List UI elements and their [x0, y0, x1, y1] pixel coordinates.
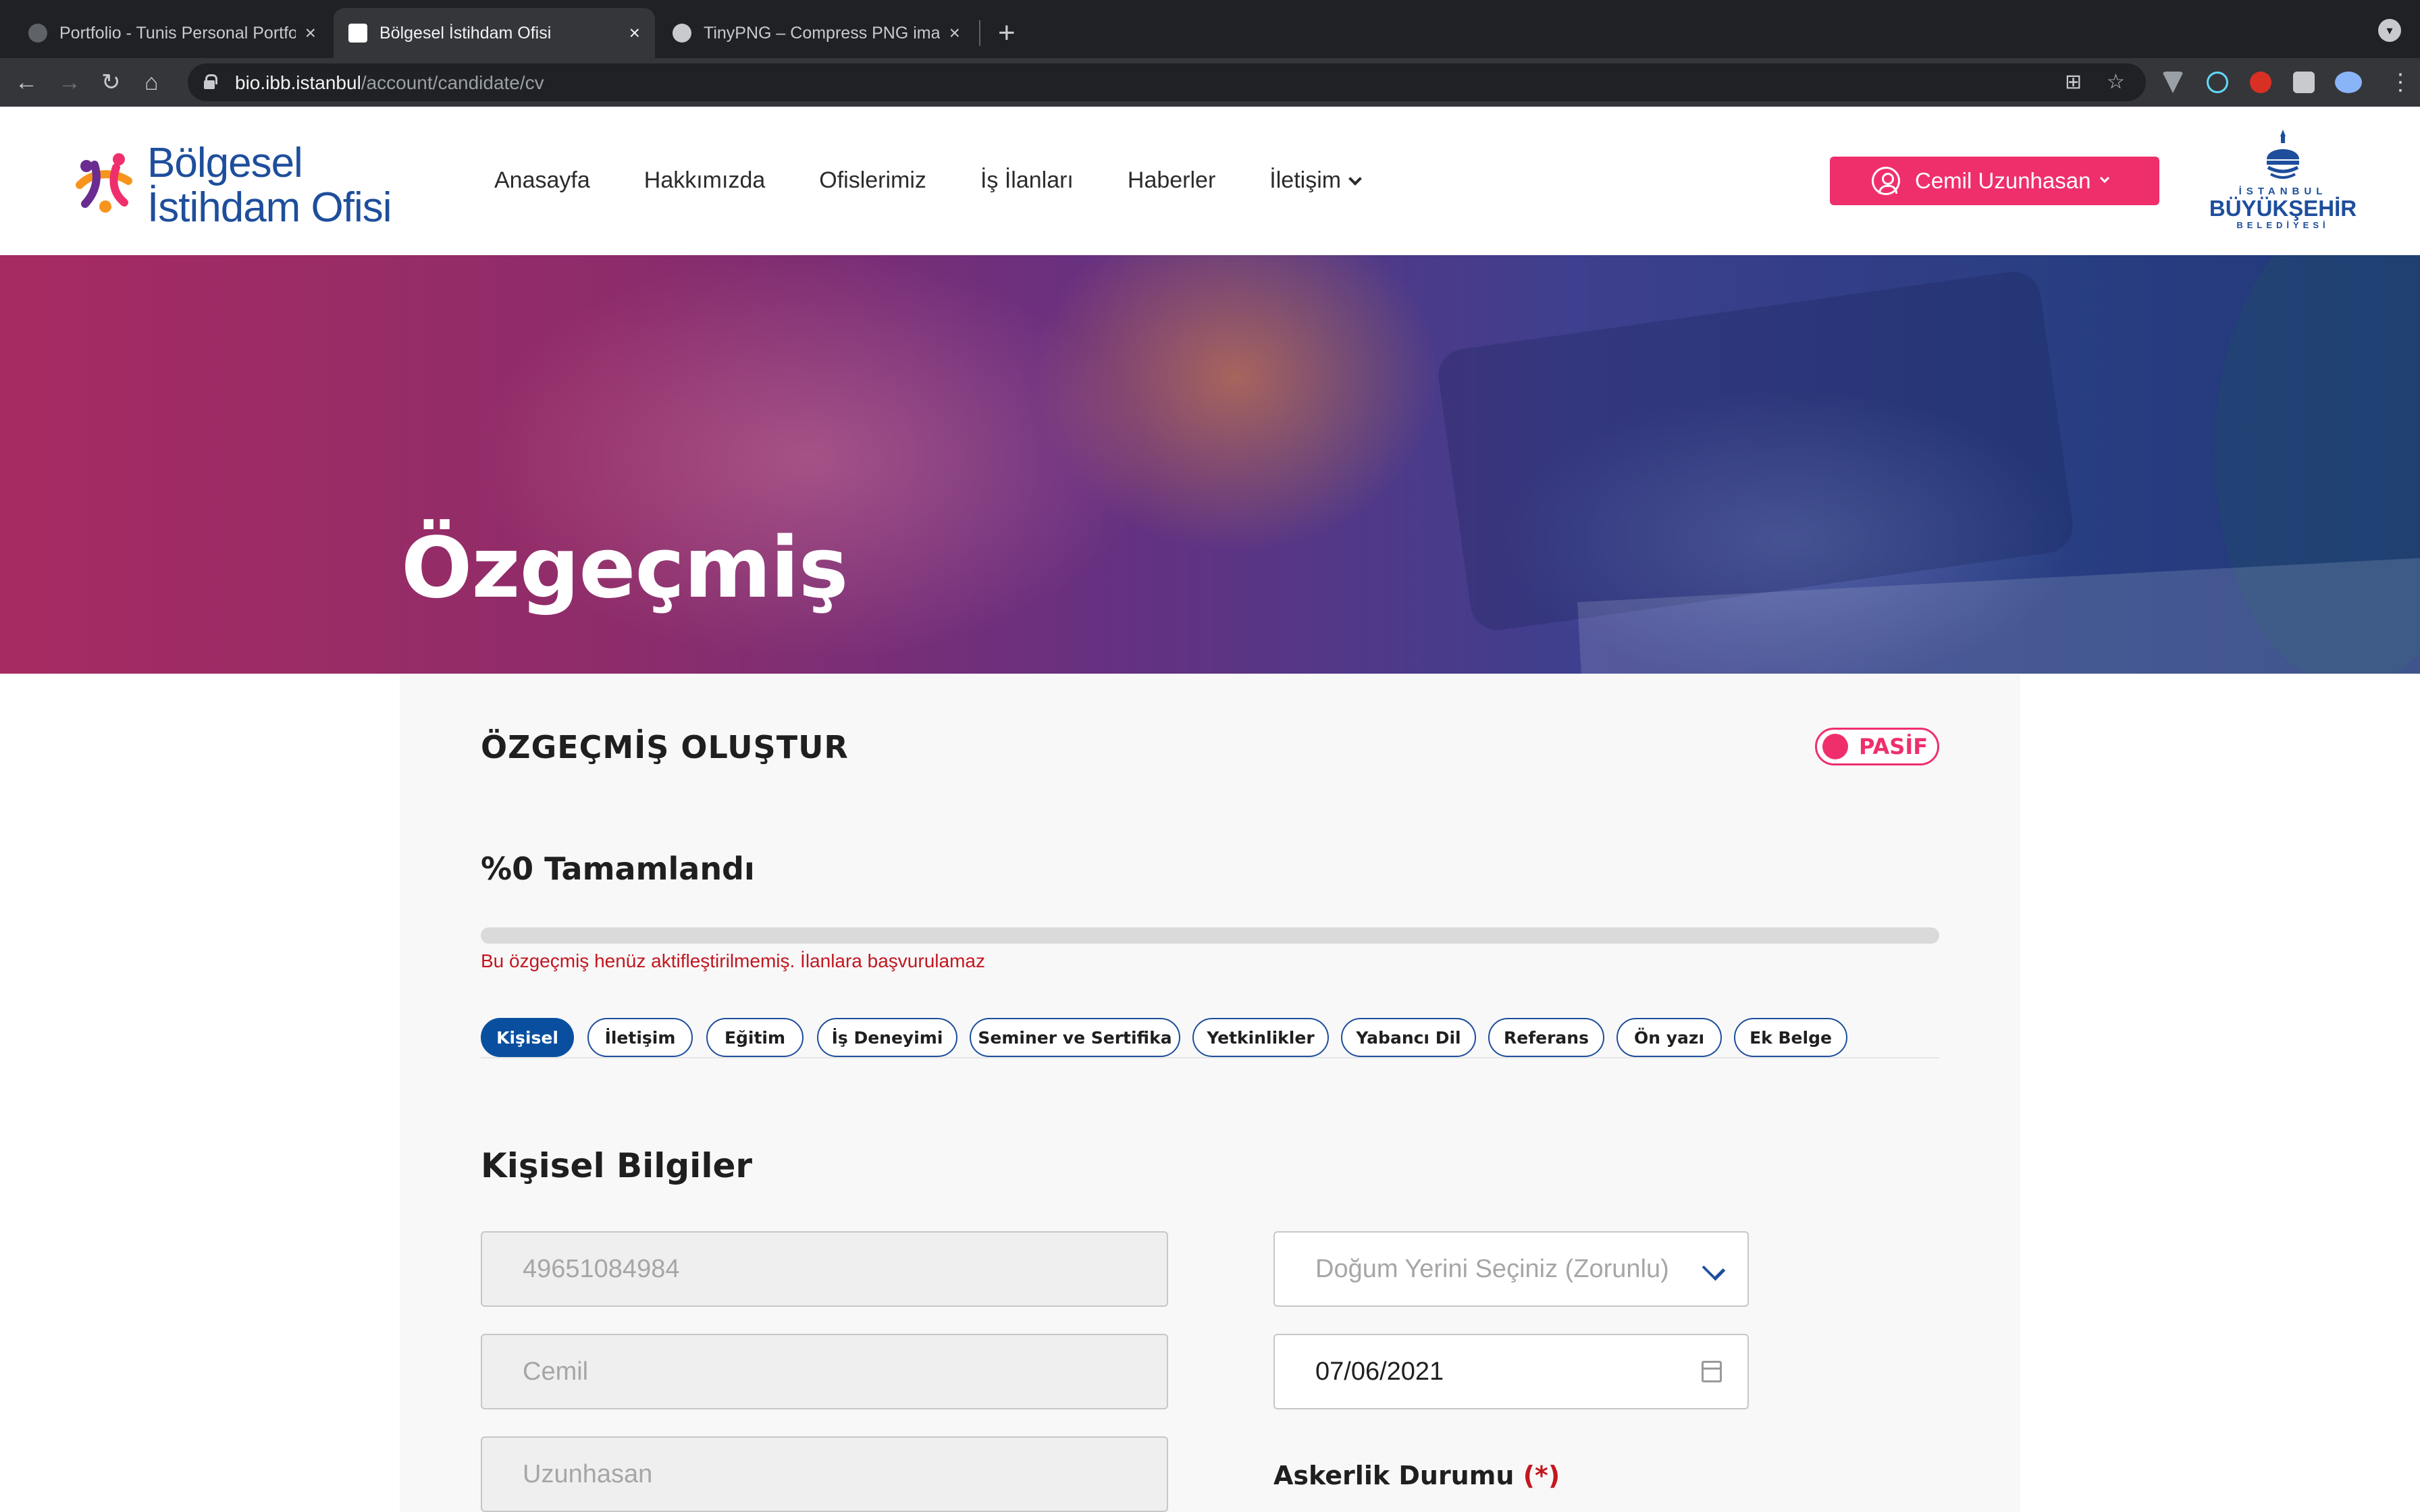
first-name-field[interactable]: Cemil — [481, 1334, 1168, 1409]
military-status-label: Askerlik Durumu (*) — [1273, 1461, 1560, 1490]
tab-yabanci-dil[interactable]: Yabancı Dil — [1341, 1018, 1476, 1057]
last-name-field[interactable]: Uzunhasan — [481, 1436, 1168, 1512]
tab-referans[interactable]: Referans — [1488, 1018, 1604, 1057]
tab-is-deneyimi[interactable]: İş Deneyimi — [817, 1018, 957, 1057]
birth-date-field[interactable]: 07/06/2021 — [1273, 1334, 1749, 1409]
tab-on-yazi[interactable]: Ön yazı — [1616, 1018, 1722, 1057]
site-logo-text[interactable]: Bölgesel İstihdam Ofisi — [147, 139, 392, 232]
tab-title: Portfolio - Tunis Personal Portfo — [59, 23, 296, 43]
hero-banner: Özgeçmiş — [0, 255, 2420, 674]
tab-title: Bölgesel İstihdam Ofisi — [379, 23, 552, 43]
cv-create-title: ÖZGEÇMİŞ OLUŞTUR — [481, 729, 849, 765]
calendar-icon[interactable] — [1702, 1361, 1722, 1382]
tab-egitim[interactable]: Eğitim — [706, 1018, 804, 1057]
bio-favicon-icon — [348, 24, 367, 43]
tab-kisisel[interactable]: Kişisel — [481, 1018, 574, 1057]
tab-iletisim[interactable]: İletişim — [587, 1018, 693, 1057]
cv-inactive-warning: Bu özgeçmiş henüz aktifleştirilmemiş. İl… — [481, 950, 985, 971]
browser-tab-tinypng[interactable]: TinyPNG – Compress PNG ima × — [658, 8, 975, 58]
tab-yetkinlikler[interactable]: Yetkinlikler — [1192, 1018, 1329, 1057]
browser-tab-bio[interactable]: Bölgesel İstihdam Ofisi × — [334, 8, 655, 58]
ibb-line-3: BELEDİYESİ — [2236, 220, 2330, 230]
browser-tabstrip: Portfolio - Tunis Personal Portfo × Bölg… — [0, 0, 2420, 58]
address-bar[interactable]: bio.ibb.istanbul/account/candidate/cv ⊞ … — [188, 63, 2146, 101]
birthplace-placeholder: Doğum Yerini Seçiniz (Zorunlu) — [1315, 1254, 1669, 1283]
chevron-down-icon — [2100, 173, 2110, 184]
bio-logo-icon[interactable] — [66, 144, 140, 219]
nav-item-jobs[interactable]: İş İlanları — [980, 167, 1074, 194]
back-icon[interactable]: ← — [15, 68, 38, 97]
progress-label: %0 Tamamlandı — [481, 850, 755, 887]
status-label: PASİF — [1859, 734, 1928, 759]
ibb-logo[interactable]: İSTANBUL BÜYÜKŞEHİR BELEDİYESİ — [2207, 127, 2359, 235]
adblock-icon[interactable] — [2250, 72, 2271, 93]
cv-status-toggle[interactable]: PASİF — [1815, 728, 1939, 765]
status-dot-icon — [1822, 734, 1848, 759]
reload-icon[interactable]: ↻ — [101, 68, 121, 97]
cv-card: ÖZGEÇMİŞ OLUŞTUR PASİF %0 Tamamlandı Bu … — [400, 674, 2020, 1512]
main-nav: Anasayfa Hakkımızda Ofislerimiz İş İlanl… — [494, 167, 1362, 194]
browser-toolbar: ← → ↻ ⌂ bio.ibb.istanbul/account/candida… — [0, 58, 2420, 107]
chevron-down-icon — [1348, 172, 1362, 186]
chevron-down-icon — [1702, 1257, 1726, 1281]
cv-section-tabs: Kişisel İletişim Eğitim İş Deneyimi Semi… — [481, 1018, 1939, 1058]
personal-info-title: Kişisel Bilgiler — [481, 1146, 753, 1185]
forward-icon[interactable]: → — [58, 68, 81, 97]
react-devtools-icon[interactable] — [2207, 72, 2228, 93]
ibb-line-2: BÜYÜKŞEHİR — [2209, 196, 2357, 221]
user-menu-button[interactable]: Cemil Uzunhasan — [1830, 157, 2159, 205]
logo-line-2: İstihdam Ofisi — [147, 184, 392, 231]
bookmark-star-icon[interactable]: ☆ — [2107, 70, 2125, 94]
tab-seminer-sertifika[interactable]: Seminer ve Sertifika — [970, 1018, 1180, 1057]
globe-icon — [28, 24, 47, 43]
nav-item-news[interactable]: Haberler — [1128, 167, 1215, 194]
birth-date-value: 07/06/2021 — [1315, 1357, 1444, 1386]
more-menu-icon[interactable]: ⋮ — [2389, 68, 2412, 97]
new-tab-button[interactable]: + — [998, 16, 1016, 50]
nav-item-offices[interactable]: Ofislerimiz — [819, 167, 926, 194]
close-icon[interactable]: × — [949, 22, 960, 44]
profile-avatar[interactable] — [2335, 72, 2362, 93]
progress-bar — [481, 927, 1939, 944]
page-title: Özgeçmiş — [401, 520, 848, 617]
tc-number-field[interactable]: 49651084984 — [481, 1231, 1168, 1307]
site-header: Bölgesel İstihdam Ofisi Anasayfa Hakkımı… — [0, 107, 2420, 255]
tab-title: TinyPNG – Compress PNG ima — [704, 23, 940, 43]
ibb-emblem-icon — [2267, 130, 2299, 179]
close-icon[interactable]: × — [305, 22, 316, 44]
nav-item-contact-label: İletişim — [1269, 167, 1342, 193]
translate-icon[interactable]: ⊞ — [2065, 70, 2082, 94]
lock-icon — [204, 74, 217, 89]
nav-item-about[interactable]: Hakkımızda — [644, 167, 766, 194]
browser-tab-portfolio[interactable]: Portfolio - Tunis Personal Portfo × — [14, 8, 331, 58]
tab-search-icon[interactable]: ▾ — [2378, 19, 2401, 42]
vue-devtools-icon[interactable] — [2162, 72, 2184, 93]
military-status-text: Askerlik Durumu — [1273, 1461, 1515, 1490]
tab-ek-belge[interactable]: Ek Belge — [1734, 1018, 1847, 1057]
birthplace-select[interactable]: Doğum Yerini Seçiniz (Zorunlu) — [1273, 1231, 1749, 1307]
extensions-icon[interactable] — [2293, 72, 2315, 93]
nav-item-home[interactable]: Anasayfa — [494, 167, 590, 194]
required-mark: (*) — [1523, 1461, 1560, 1490]
panda-icon — [673, 24, 691, 43]
nav-item-contact[interactable]: İletişim — [1269, 167, 1362, 194]
close-icon[interactable]: × — [629, 22, 640, 44]
hero-image-shape — [1435, 268, 2076, 634]
url-text[interactable]: bio.ibb.istanbul/account/candidate/cv — [235, 72, 544, 94]
tab-separator — [979, 20, 980, 46]
user-name: Cemil Uzunhasan — [1915, 168, 2091, 193]
logo-line-1: Bölgesel — [147, 140, 303, 186]
user-icon — [1872, 167, 1900, 195]
home-icon[interactable]: ⌂ — [144, 68, 159, 97]
